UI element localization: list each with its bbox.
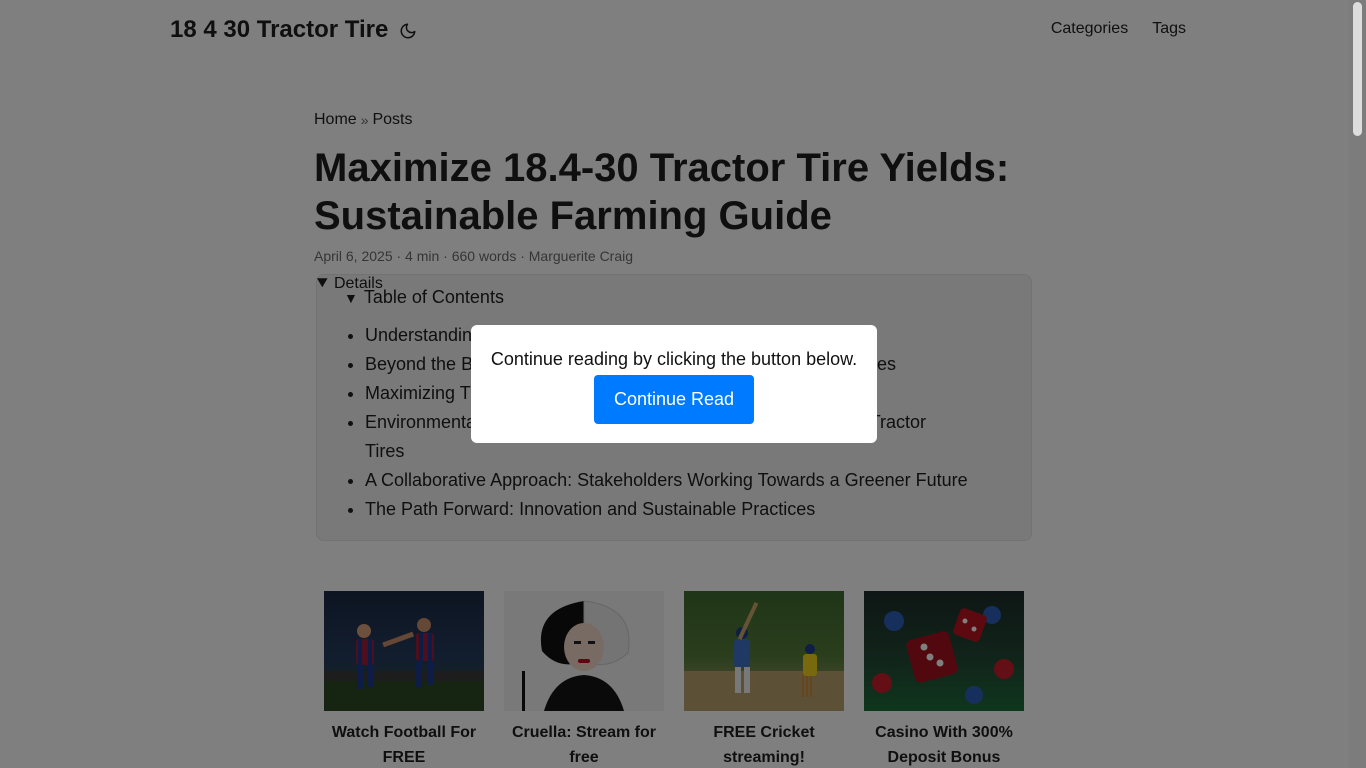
scrollbar-thumb[interactable] xyxy=(1353,2,1362,136)
continue-reading-modal: Continue reading by clicking the button … xyxy=(471,325,877,443)
continue-read-button[interactable]: Continue Read xyxy=(594,375,754,424)
modal-message: Continue reading by clicking the button … xyxy=(490,349,858,369)
scrollbar[interactable] xyxy=(1349,0,1366,768)
